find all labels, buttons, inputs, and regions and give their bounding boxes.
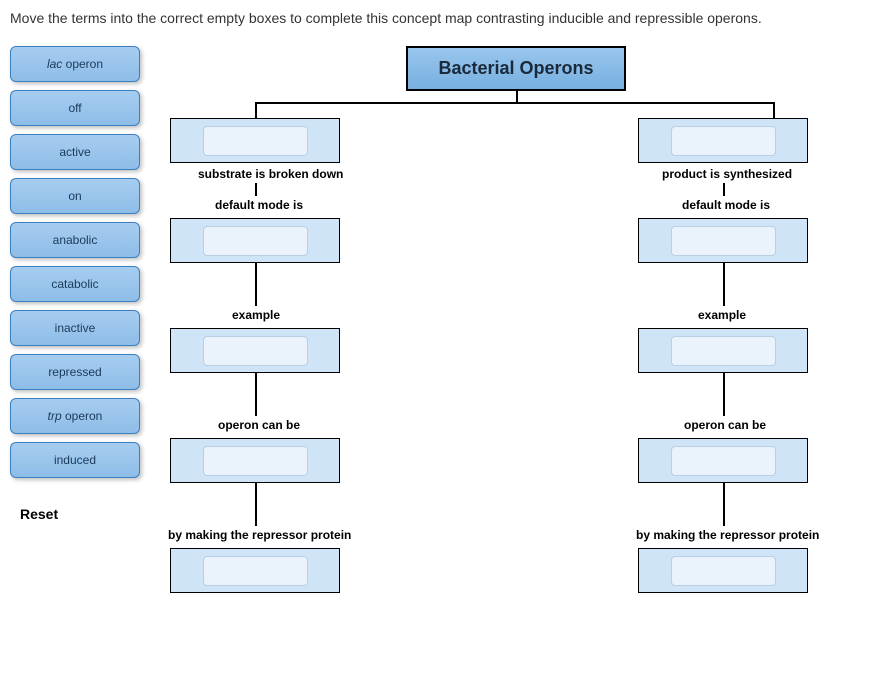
label-right-example: example	[698, 308, 746, 322]
instructions-text: Move the terms into the correct empty bo…	[10, 10, 875, 26]
label-right-default: default mode is	[682, 198, 770, 212]
drop-inner	[203, 126, 308, 156]
term-label: operon	[62, 57, 103, 71]
italic-trp: trp	[48, 409, 62, 423]
connector-line	[723, 373, 725, 416]
connector-line	[723, 183, 725, 196]
term-catabolic[interactable]: catabolic	[10, 266, 140, 302]
drop-left-default[interactable]	[170, 218, 340, 263]
connector-line	[255, 102, 775, 104]
drop-inner	[203, 556, 308, 586]
drop-right-default[interactable]	[638, 218, 808, 263]
concept-map: Bacterial Operons substrate is broken do…	[150, 46, 875, 666]
main-container: lac operon off active on anabolic catabo…	[10, 46, 875, 666]
term-trp-operon[interactable]: trp operon	[10, 398, 140, 434]
term-induced[interactable]: induced	[10, 442, 140, 478]
label-left-operon-can-be: operon can be	[218, 418, 300, 432]
drop-right-repressor-state[interactable]	[638, 548, 808, 593]
drop-inner	[203, 336, 308, 366]
label-left-repressor: by making the repressor protein	[168, 528, 351, 542]
reset-button[interactable]: Reset	[10, 506, 140, 522]
drop-right-operon-state[interactable]	[638, 438, 808, 483]
drop-left-repressor-state[interactable]	[170, 548, 340, 593]
connector-line	[255, 373, 257, 416]
connector-line	[255, 102, 257, 119]
drop-left-example[interactable]	[170, 328, 340, 373]
drop-inner	[671, 226, 776, 256]
drop-inner	[671, 556, 776, 586]
connector-line	[723, 263, 725, 306]
drop-left-type[interactable]	[170, 118, 340, 163]
term-repressed[interactable]: repressed	[10, 354, 140, 390]
label-right-operon-can-be: operon can be	[684, 418, 766, 432]
term-inactive[interactable]: inactive	[10, 310, 140, 346]
connector-line	[723, 483, 725, 526]
label-right-product: product is synthesized	[662, 167, 792, 181]
label-left-example: example	[232, 308, 280, 322]
drop-inner	[203, 226, 308, 256]
diagram-title: Bacterial Operons	[406, 46, 626, 91]
term-off[interactable]: off	[10, 90, 140, 126]
connector-line	[516, 89, 518, 103]
term-list: lac operon off active on anabolic catabo…	[10, 46, 140, 666]
term-anabolic[interactable]: anabolic	[10, 222, 140, 258]
label-right-repressor: by making the repressor protein	[636, 528, 819, 542]
term-label: operon	[62, 409, 103, 423]
connector-line	[773, 102, 775, 119]
connector-line	[255, 263, 257, 306]
drop-inner	[203, 446, 308, 476]
term-active[interactable]: active	[10, 134, 140, 170]
connector-line	[255, 183, 257, 196]
drop-inner	[671, 336, 776, 366]
drop-right-type[interactable]	[638, 118, 808, 163]
drop-inner	[671, 126, 776, 156]
term-lac-operon[interactable]: lac operon	[10, 46, 140, 82]
connector-line	[255, 483, 257, 526]
italic-lac: lac	[47, 57, 62, 71]
drop-inner	[671, 446, 776, 476]
term-on[interactable]: on	[10, 178, 140, 214]
drop-left-operon-state[interactable]	[170, 438, 340, 483]
label-left-substrate: substrate is broken down	[198, 167, 343, 181]
drop-right-example[interactable]	[638, 328, 808, 373]
label-left-default: default mode is	[215, 198, 303, 212]
